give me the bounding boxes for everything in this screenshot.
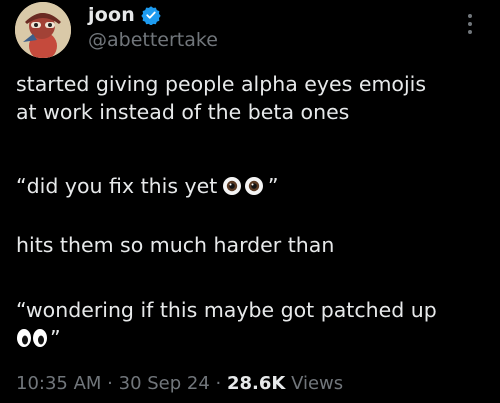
tweet-date[interactable]: 30 Sep 24 bbox=[119, 373, 210, 394]
eyeball-eyes-emoji-icon bbox=[222, 175, 263, 195]
tweet-line: hits them so much harder than bbox=[16, 233, 335, 257]
tweet-paragraph-3: hits them so much harder than bbox=[16, 231, 334, 259]
meta-separator: · bbox=[101, 373, 119, 394]
more-dot bbox=[468, 22, 472, 26]
tweet-line: at work instead of the beta ones bbox=[16, 100, 350, 124]
avatar[interactable] bbox=[15, 2, 71, 58]
author-name-row: joon bbox=[88, 4, 161, 26]
tweet-paragraph-1: started giving people alpha eyes emojis … bbox=[16, 70, 426, 126]
quote-close: ” bbox=[50, 326, 61, 350]
meta-separator: · bbox=[209, 373, 227, 394]
quote-close: ” bbox=[267, 174, 279, 198]
tweet-meta: 10:35 AM · 30 Sep 24 · 28.6K Views bbox=[16, 373, 343, 394]
more-dot bbox=[468, 14, 472, 18]
cartoon-eyes-emoji-icon bbox=[16, 327, 47, 347]
quote-text: “did you fix this yet bbox=[16, 174, 224, 198]
tweet-line: started giving people alpha eyes emojis bbox=[16, 72, 427, 96]
tweet-paragraph-quote-2: “wondering if this maybe got patched up … bbox=[16, 296, 437, 352]
tweet-paragraph-quote-1: “did you fix this yet ” bbox=[16, 172, 278, 200]
quote-text: “wondering if this maybe got patched up bbox=[16, 298, 437, 322]
tweet-time[interactable]: 10:35 AM bbox=[16, 373, 101, 394]
verified-badge-icon bbox=[141, 5, 161, 26]
more-dot bbox=[468, 30, 472, 34]
avatar-image bbox=[15, 2, 71, 58]
more-options-icon[interactable] bbox=[466, 14, 474, 34]
author-display-name[interactable]: joon bbox=[88, 4, 135, 26]
views-label: Views bbox=[285, 373, 344, 394]
author-handle[interactable]: @abettertake bbox=[88, 29, 218, 51]
views-count[interactable]: 28.6K bbox=[227, 373, 285, 394]
